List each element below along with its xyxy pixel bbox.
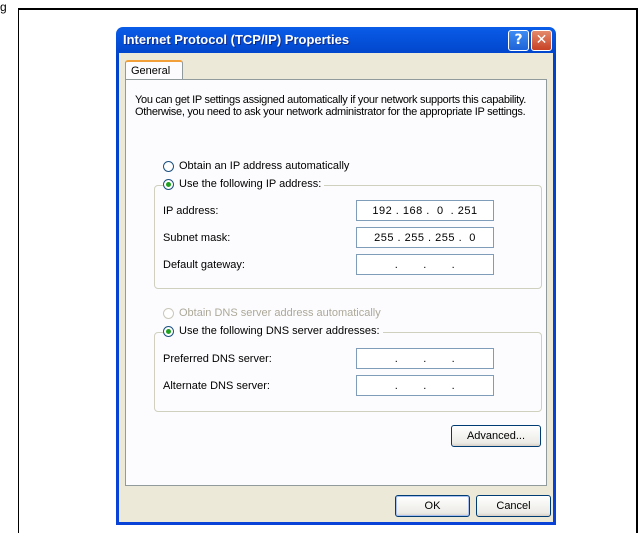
subnet-mask-input[interactable]: 255 . 255 . 255 . 0	[356, 227, 494, 248]
radio-use-following-ip[interactable]: Use the following IP address:	[163, 178, 325, 190]
page-label: g	[0, 0, 7, 14]
dns-server-group	[154, 332, 542, 412]
radio-label: Use the following IP address:	[179, 178, 322, 190]
ok-button[interactable]: OK	[395, 495, 470, 517]
radio-label: Obtain DNS server address automatically	[179, 307, 381, 319]
help-button[interactable]: ?	[508, 30, 529, 51]
ip-address-label: IP address:	[163, 205, 219, 217]
ip-address-input[interactable]: 192 . 168 . 0 . 251	[356, 200, 494, 221]
radio-circle	[163, 178, 174, 190]
title-bar[interactable]: Internet Protocol (TCP/IP) Properties ? …	[119, 27, 553, 53]
preferred-dns-label: Preferred DNS server:	[163, 353, 272, 365]
close-icon: ✕	[535, 32, 548, 48]
help-icon: ?	[514, 32, 523, 48]
radio-circle	[163, 307, 174, 319]
general-tab-panel: You can get IP settings assigned automat…	[125, 79, 547, 486]
window-title: Internet Protocol (TCP/IP) Properties	[123, 32, 350, 47]
dialog-client: General You can get IP settings assigned…	[119, 53, 553, 522]
advanced-button[interactable]: Advanced...	[451, 425, 541, 447]
radio-label: Obtain an IP address automatically	[179, 160, 350, 172]
cancel-button[interactable]: Cancel	[476, 495, 551, 517]
alternate-dns-input[interactable]: . . .	[356, 375, 494, 396]
page: g Internet Protocol (TCP/IP) Properties …	[0, 0, 639, 533]
alternate-dns-label: Alternate DNS server:	[163, 380, 270, 392]
radio-circle	[163, 160, 174, 172]
radio-label: Use the following DNS server addresses:	[179, 325, 380, 337]
radio-obtain-dns-auto[interactable]: Obtain DNS server address automatically	[163, 307, 384, 319]
default-gateway-label: Default gateway:	[163, 259, 245, 271]
description-text: You can get IP settings assigned automat…	[135, 94, 527, 118]
radio-use-following-dns[interactable]: Use the following DNS server addresses:	[163, 325, 383, 337]
radio-obtain-ip-auto[interactable]: Obtain an IP address automatically	[163, 160, 353, 172]
default-gateway-input[interactable]: . . .	[356, 254, 494, 275]
subnet-mask-label: Subnet mask:	[163, 232, 231, 244]
dialog-window: Internet Protocol (TCP/IP) Properties ? …	[116, 27, 556, 525]
preferred-dns-input[interactable]: . . .	[356, 348, 494, 369]
tab-general[interactable]: General	[125, 60, 183, 79]
radio-circle	[163, 325, 174, 337]
close-button[interactable]: ✕	[531, 30, 552, 51]
